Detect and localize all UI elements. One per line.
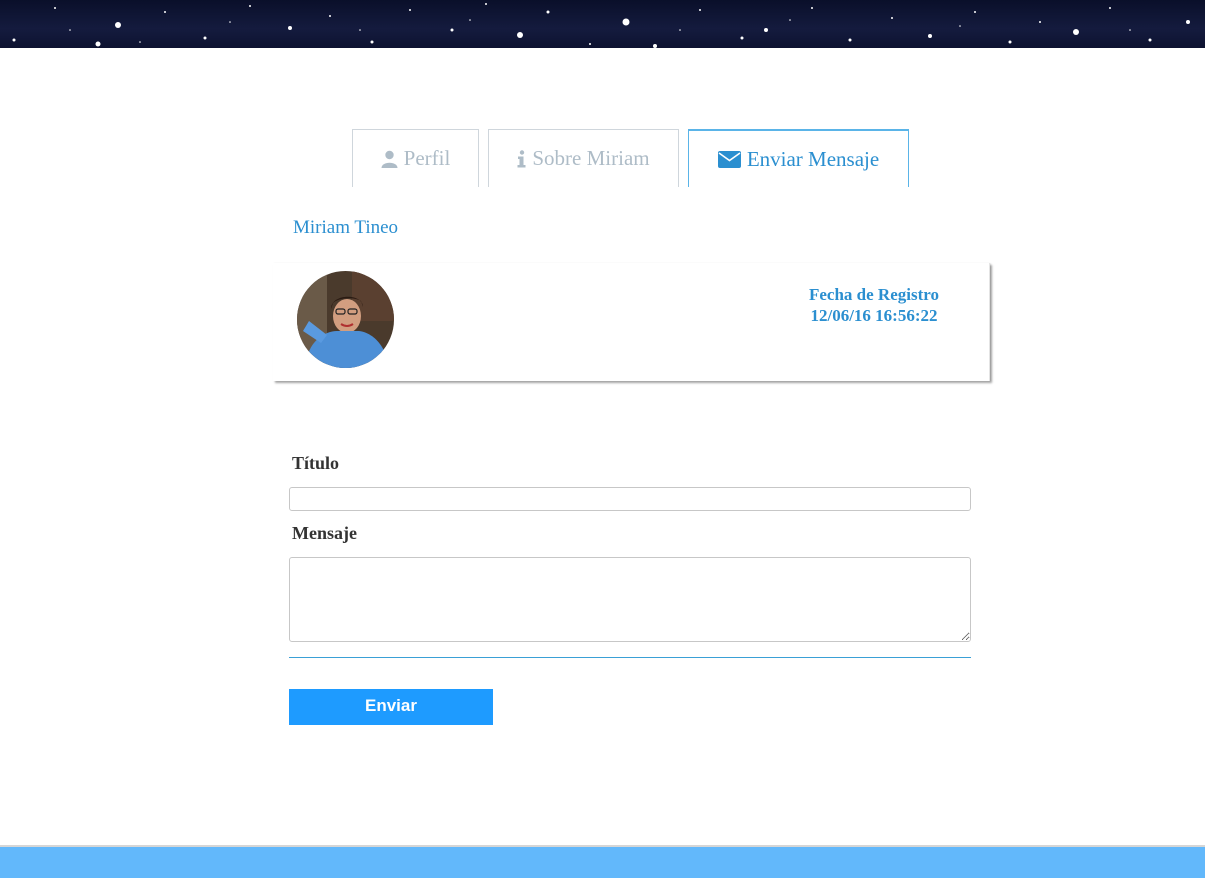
form-divider [289, 657, 971, 658]
message-label: Mensaje [292, 523, 357, 543]
tab-perfil[interactable]: Perfil [352, 129, 479, 187]
user-icon [381, 150, 398, 168]
tab-enviar-mensaje-label: Enviar Mensaje [746, 146, 880, 171]
tab-perfil-label: Perfil [403, 146, 451, 170]
title-input[interactable] [289, 487, 971, 511]
profile-tabs: Perfil Sobre Miriam Enviar Mensaje [0, 129, 1205, 189]
tab-sobre-miriam-label: Sobre Miriam [532, 146, 650, 170]
avatar [297, 271, 394, 368]
registration-info: Fecha de Registro 12/06/16 16:56:22 [809, 284, 939, 326]
title-label: Título [292, 453, 340, 473]
page: Perfil Sobre Miriam Enviar Mensaje Miria… [0, 0, 1205, 878]
envelope-icon [717, 150, 741, 168]
profile-name-link[interactable]: Miriam Tineo [293, 217, 398, 239]
tab-enviar-mensaje[interactable]: Enviar Mensaje [688, 129, 909, 187]
tab-sobre-miriam[interactable]: Sobre Miriam [488, 129, 679, 187]
message-textarea[interactable] [289, 557, 971, 642]
profile-card: Fecha de Registro 12/06/16 16:56:22 [273, 263, 990, 381]
registration-date: 12/06/16 16:56:22 [810, 306, 938, 325]
send-button[interactable]: Enviar [289, 689, 493, 725]
info-icon [517, 149, 526, 168]
header-banner [0, 0, 1205, 48]
registration-label: Fecha de Registro [809, 285, 939, 304]
starfield-image [12, 3, 1190, 48]
footer-bar [0, 845, 1205, 878]
